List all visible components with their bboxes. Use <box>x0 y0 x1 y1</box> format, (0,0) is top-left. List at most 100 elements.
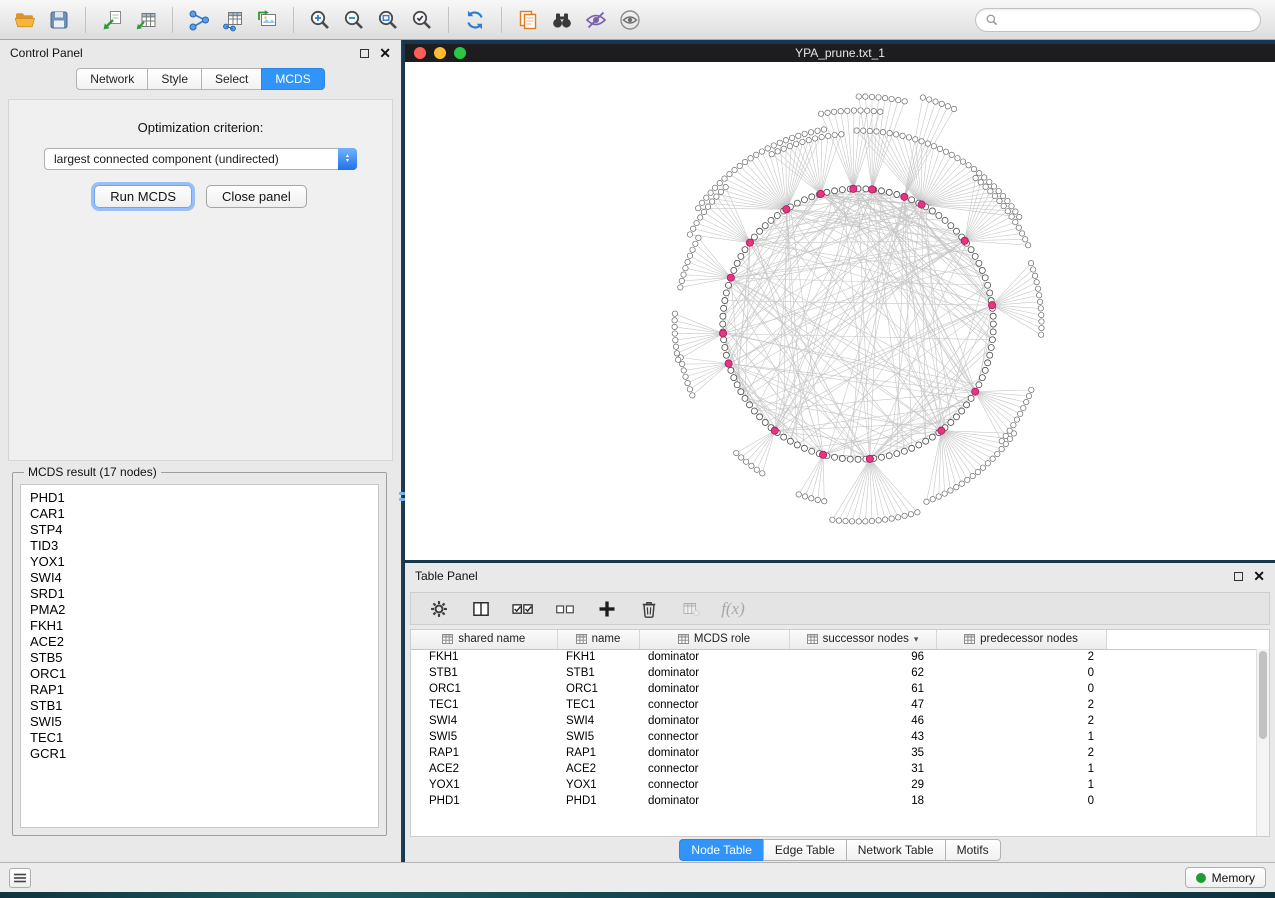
tab-network[interactable]: Network <box>76 68 147 90</box>
mcds-result-item[interactable]: ORC1 <box>30 666 378 682</box>
tab-motifs[interactable]: Motifs <box>945 839 1001 861</box>
deselect-all-rows-button[interactable] <box>553 597 577 621</box>
column-header-shared-name[interactable]: shared name <box>411 630 557 649</box>
hide-graphics-details-button[interactable] <box>581 5 611 35</box>
mcds-result-item[interactable]: TEC1 <box>30 730 378 746</box>
table-options-button[interactable] <box>427 597 451 621</box>
mcds-result-item[interactable]: STB5 <box>30 650 378 666</box>
memory-button[interactable]: Memory <box>1185 867 1266 888</box>
control-tabs: NetworkStyleSelectMCDS <box>0 66 401 99</box>
zoom-fit-button[interactable] <box>373 5 403 35</box>
zoom-in-button[interactable] <box>305 5 335 35</box>
copy-to-clipboard-button[interactable] <box>513 5 543 35</box>
float-table-panel-icon[interactable] <box>1234 572 1243 581</box>
export-image-button[interactable] <box>252 5 282 35</box>
zoom-out-button[interactable] <box>339 5 369 35</box>
delete-table-button-disabled <box>679 597 703 621</box>
table-row[interactable]: YOX1YOX1connector291 <box>411 777 1269 793</box>
mcds-result-item[interactable]: TID3 <box>30 538 378 554</box>
function-builder-button-disabled: f(x) <box>721 597 745 621</box>
mcds-result-item[interactable]: YOX1 <box>30 554 378 570</box>
list-icon <box>14 873 26 883</box>
table-grid-icon <box>576 634 587 644</box>
tab-node-table[interactable]: Node Table <box>679 839 763 861</box>
tab-network-table[interactable]: Network Table <box>846 839 945 861</box>
find-button[interactable] <box>547 5 577 35</box>
zoom-in-icon <box>308 8 332 32</box>
tab-style[interactable]: Style <box>147 68 201 90</box>
open-file-button[interactable] <box>10 5 40 35</box>
add-column-button[interactable] <box>595 597 619 621</box>
show-graphics-details-button[interactable] <box>615 5 645 35</box>
import-table-from-file-button[interactable] <box>97 5 127 35</box>
table-row[interactable]: ACE2ACE2connector311 <box>411 761 1269 777</box>
select-stepper-icon: ▴▾ <box>338 148 357 170</box>
criterion-value: largest connected component (undirected) <box>54 152 279 166</box>
tab-edge-table[interactable]: Edge Table <box>763 839 846 861</box>
column-header-name[interactable]: name <box>557 630 639 649</box>
criterion-select[interactable]: largest connected component (undirected)… <box>44 148 357 170</box>
table-row[interactable]: TEC1TEC1connector472 <box>411 697 1269 713</box>
save-session-button[interactable] <box>44 5 74 35</box>
mcds-result-item[interactable]: GCR1 <box>30 746 378 762</box>
zoom-selected-button[interactable] <box>407 5 437 35</box>
mcds-result-item[interactable]: PMA2 <box>30 602 378 618</box>
sort-indicator-icon[interactable]: ▾ <box>914 634 919 645</box>
mcds-tab-content: Optimization criterion: largest connecte… <box>8 99 393 461</box>
table-row[interactable]: ORC1ORC1dominator610 <box>411 681 1269 697</box>
network-from-table-button[interactable] <box>218 5 248 35</box>
close-panel-icon[interactable]: ✕ <box>379 48 391 58</box>
search-box[interactable] <box>975 8 1261 32</box>
maximize-window-icon[interactable] <box>454 47 466 59</box>
memory-label: Memory <box>1212 871 1255 885</box>
float-panel-icon[interactable] <box>360 49 369 58</box>
mcds-result-item[interactable]: SWI5 <box>30 714 378 730</box>
refresh-view-button[interactable] <box>460 5 490 35</box>
minimize-window-icon[interactable] <box>434 47 446 59</box>
table-row[interactable]: FKH1FKH1dominator962 <box>411 649 1269 665</box>
tab-mcds[interactable]: MCDS <box>261 68 324 90</box>
import-table-button[interactable] <box>131 5 161 35</box>
eye-slash-icon <box>584 8 608 32</box>
search-input[interactable] <box>1005 13 1251 27</box>
mcds-result-item[interactable]: STB1 <box>30 698 378 714</box>
mcds-result-list: PHD1CAR1STP4TID3YOX1SWI4SRD1PMA2FKH1ACE2… <box>20 484 379 828</box>
table-row[interactable]: SWI5SWI5connector431 <box>411 729 1269 745</box>
delete-table-icon <box>681 599 701 619</box>
mcds-result-item[interactable]: ACE2 <box>30 634 378 650</box>
network-canvas[interactable] <box>405 62 1275 560</box>
table-scrollbar[interactable] <box>1256 649 1269 836</box>
table-grid-icon <box>964 634 975 644</box>
table-row[interactable]: PHD1PHD1dominator180 <box>411 793 1269 809</box>
mcds-result-item[interactable]: SWI4 <box>30 570 378 586</box>
open-folder-icon <box>13 8 37 32</box>
column-header-predecessor-nodes[interactable]: predecessor nodes <box>936 630 1106 649</box>
mcds-result-item[interactable]: STP4 <box>30 522 378 538</box>
column-header-MCDS-role[interactable]: MCDS role <box>639 630 789 649</box>
table-row[interactable]: STB1STB1dominator620 <box>411 665 1269 681</box>
mcds-result-item[interactable]: SRD1 <box>30 586 378 602</box>
table-scrollbar-thumb[interactable] <box>1259 651 1267 739</box>
splitter-grip[interactable] <box>399 492 405 508</box>
show-columns-button[interactable] <box>469 597 493 621</box>
delete-column-button[interactable] <box>637 597 661 621</box>
close-window-icon[interactable] <box>414 47 426 59</box>
table-row[interactable]: RAP1RAP1dominator352 <box>411 745 1269 761</box>
mcds-result-item[interactable]: FKH1 <box>30 618 378 634</box>
import-network-button[interactable] <box>184 5 214 35</box>
column-header-successor-nodes[interactable]: successor nodes▾ <box>789 630 936 649</box>
run-mcds-button[interactable]: Run MCDS <box>94 185 192 208</box>
mcds-result-item[interactable]: PHD1 <box>30 490 378 506</box>
table-row[interactable]: SWI4SWI4dominator462 <box>411 713 1269 729</box>
tab-select[interactable]: Select <box>201 68 261 90</box>
close-table-panel-icon[interactable]: ✕ <box>1253 571 1265 581</box>
import-file-icon <box>100 8 124 32</box>
clipboard-icon <box>516 8 540 32</box>
mcds-result-item[interactable]: CAR1 <box>30 506 378 522</box>
select-all-rows-button[interactable] <box>511 597 535 621</box>
control-panel: Control Panel ✕ NetworkStyleSelectMCDS O… <box>0 40 403 862</box>
mcds-result-item[interactable]: RAP1 <box>30 682 378 698</box>
close-panel-button[interactable]: Close panel <box>206 185 307 208</box>
show-panels-button[interactable] <box>9 868 31 888</box>
network-window-titlebar[interactable]: YPA_prune.txt_1 <box>405 44 1275 62</box>
